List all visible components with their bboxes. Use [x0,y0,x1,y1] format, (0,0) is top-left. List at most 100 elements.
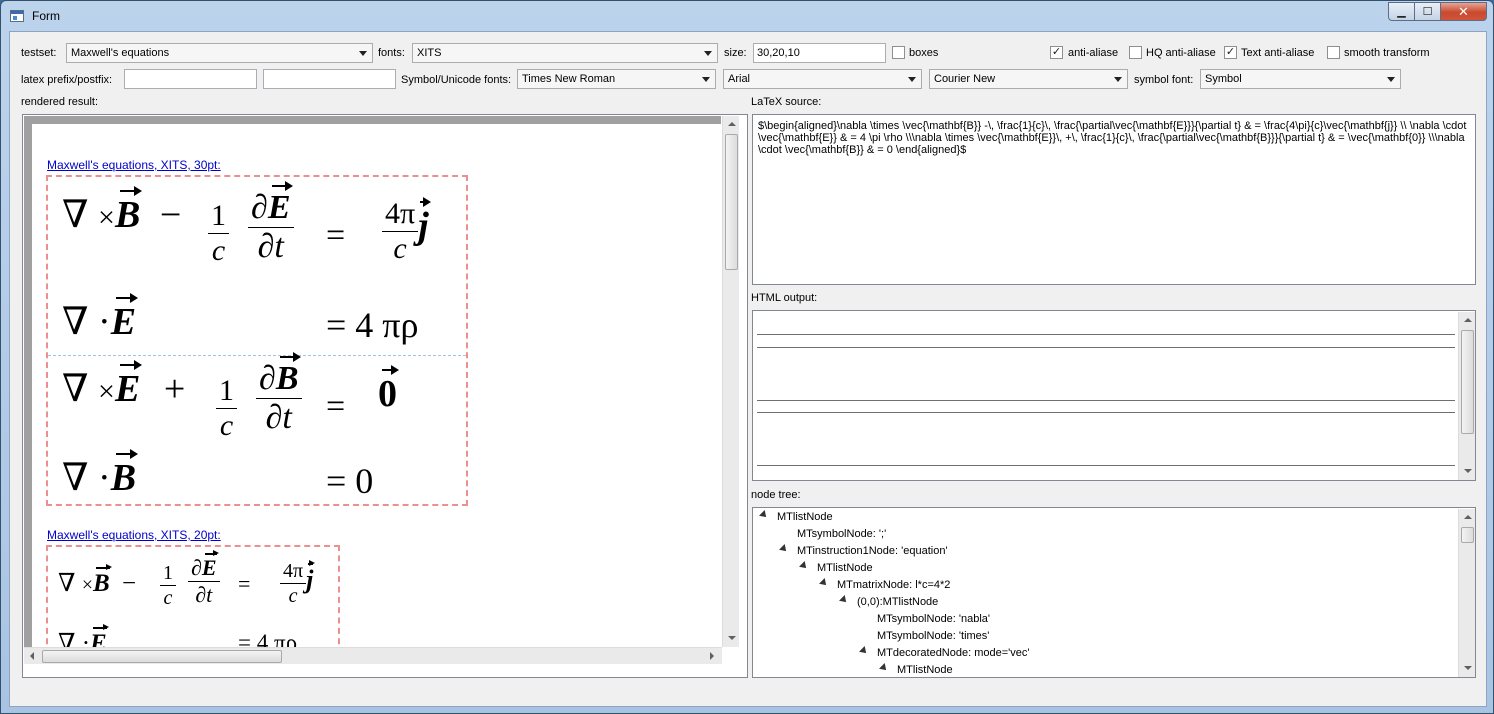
maximize-button[interactable]: ☐ [1415,2,1441,21]
mono-font-combo[interactable]: Courier New [929,69,1128,89]
eq20-1-frac-1c: 1c [160,563,176,608]
equation-block-20pt: ∇ ×B − 1c ∂E ∂t = 4π c j ∇ ·E = 4 πρ [46,545,340,647]
expand-arrow-icon[interactable] [839,595,849,605]
hq-antialias-checkbox[interactable] [1129,46,1142,59]
form-client-area: testset: Maxwell's equations fonts: XITS… [9,31,1487,707]
tree-node[interactable]: MTlistNode [879,663,953,676]
app-window: Form ▁ ☐ ✕ testset: Maxwell's equations … [0,0,1494,714]
antialias-checkbox[interactable]: ✓ [1050,46,1063,59]
roman-font-combo[interactable]: Times New Roman [517,69,716,89]
output-rule [757,334,1455,335]
latex-source-text[interactable]: $\begin{aligned}\nabla \times \vec{\math… [758,120,1469,156]
eq20-1-rhs: 4π c j [280,560,316,606]
scroll-right-arrow-icon[interactable] [710,652,714,660]
tree-node[interactable]: MTsymbolNode: 'nabla' [877,613,990,625]
testset-label: testset: [21,47,57,59]
equation-block-30pt: ∇ ×B − 1c ∂E ∂t = 4π c j ∇ ·E = 4 πρ ∇ ×… [46,175,468,506]
eq3-equals: = [326,388,346,425]
scroll-up-arrow-icon[interactable] [728,122,736,126]
chevron-down-icon [1114,77,1122,82]
size-label: size: [724,47,747,59]
tree-node[interactable]: MTlistNode [799,561,873,574]
expand-arrow-icon[interactable] [759,510,769,520]
output-rule [757,400,1455,401]
render-horizontal-scrollbar[interactable] [24,647,722,664]
window-controls: ▁ ☐ ✕ [1388,2,1487,22]
smooth-transform-label: smooth transform [1344,47,1430,59]
scrollbar-thumb[interactable] [725,134,738,270]
close-button[interactable]: ✕ [1441,2,1487,21]
expand-arrow-icon[interactable] [819,578,829,588]
eq4-rhs: = 0 [326,461,374,501]
chevron-down-icon [359,51,367,56]
tree-node[interactable]: MTsymbolNode: 'times' [877,630,989,642]
output-rule [757,465,1455,466]
testset-combo[interactable]: Maxwell's equations [66,43,373,63]
boxes-label: boxes [909,47,939,59]
render-vertical-scrollbar[interactable] [722,116,739,647]
chevron-down-icon [908,77,916,82]
eq1-lhs: ∇ ×B − [62,186,182,236]
text-antialias-checkbox[interactable]: ✓ [1224,46,1237,59]
expand-arrow-icon[interactable] [879,663,889,673]
eq20-2-lhs: ∇ ·E [58,624,109,647]
eq3-rhs: 0 [378,365,399,415]
scroll-down-arrow-icon[interactable] [728,636,736,640]
html-output-view[interactable] [752,310,1476,481]
app-icon [10,10,24,22]
symbol-font-value: Symbol [1205,73,1242,85]
smooth-transform-checkbox[interactable] [1327,46,1340,59]
title-bar: Form ▁ ☐ ✕ [1,1,1493,31]
tree-node[interactable]: MTmatrixNode: l*c=4*2 [819,578,950,591]
html-output-scrollbar[interactable] [1458,312,1475,480]
expand-arrow-icon[interactable] [859,646,869,656]
scrollbar-thumb[interactable] [1461,330,1474,434]
scrollbar-thumb[interactable] [1461,527,1474,543]
eq1-rhs: 4π c j [382,197,431,264]
sans-font-combo[interactable]: Arial [723,69,922,89]
rendered-result-panel[interactable]: Maxwell's equations, XITS, 30pt: ∇ ×B − … [22,114,748,678]
minimize-button[interactable]: ▁ [1388,2,1415,21]
scroll-up-arrow-icon[interactable] [1464,318,1472,322]
antialias-label: anti-aliase [1068,47,1119,59]
chevron-down-icon [702,77,710,82]
node-tree-scrollbar[interactable] [1458,509,1475,677]
tree-node[interactable]: MTinstruction1Node: 'equation' [779,544,948,557]
rendered-result-label: rendered result: [21,96,99,108]
scroll-down-arrow-icon[interactable] [1464,666,1472,670]
symbol-font-combo[interactable]: Symbol [1200,69,1401,89]
caption-20pt[interactable]: Maxwell's equations, XITS, 20pt: [47,528,221,542]
render-page: Maxwell's equations, XITS, 30pt: ∇ ×B − … [32,124,721,647]
eq1-frac-dEdt: ∂E ∂t [248,181,294,264]
output-rule [757,412,1455,413]
latex-postfix-input[interactable] [263,69,396,89]
boxes-checkbox[interactable] [892,46,905,59]
fonts-value: XITS [417,47,442,59]
expand-arrow-icon[interactable] [779,544,789,554]
scroll-left-arrow-icon[interactable] [30,652,34,660]
eq20-1-equals: = [238,571,251,596]
eq1-equals: = [326,217,346,254]
caption-30pt[interactable]: Maxwell's equations, XITS, 30pt: [47,158,221,172]
scroll-down-arrow-icon[interactable] [1464,469,1472,473]
html-output-label: HTML output: [751,292,818,304]
render-viewport: Maxwell's equations, XITS, 30pt: ∇ ×B − … [24,116,721,647]
size-input[interactable]: 30,20,10 [753,43,886,63]
scroll-up-arrow-icon[interactable] [1464,515,1472,519]
node-tree-view[interactable]: MTlistNode MTsymbolNode: ';' MTinstructi… [752,507,1476,678]
eq20-1-lhs: ∇ ×B − [58,564,137,597]
eq3-lhs: ∇ ×E + [62,360,186,410]
symbol-font-label: symbol font: [1134,74,1194,86]
fonts-combo[interactable]: XITS [412,43,718,63]
tree-node[interactable]: MTsymbolNode: ';' [797,528,886,540]
horizontal-scrollbar-thumb[interactable] [42,650,282,663]
eq20-2-rhs: = 4 πρ [238,630,298,647]
latex-source-editor[interactable]: $\begin{aligned}\nabla \times \vec{\math… [752,114,1476,285]
tree-node[interactable]: (0,0):MTlistNode [839,595,938,608]
eq4-lhs: ∇ ·B [62,449,139,499]
expand-arrow-icon[interactable] [799,561,809,571]
tree-node[interactable]: MTlistNode [759,510,833,523]
tree-node[interactable]: MTdecoratedNode: mode='vec' [859,646,1029,659]
eq2-rhs: = 4 πρ [326,305,419,345]
latex-prefix-input[interactable] [124,69,257,89]
